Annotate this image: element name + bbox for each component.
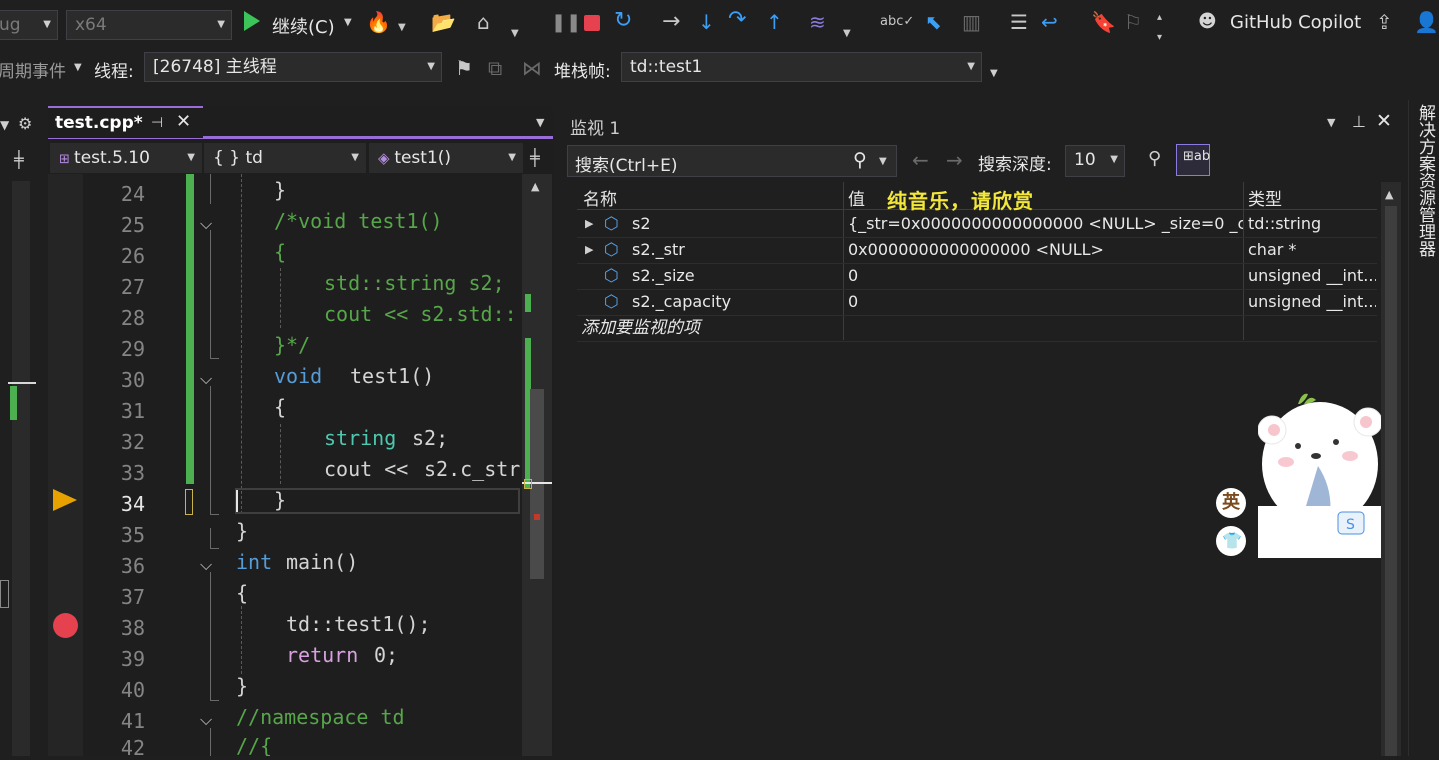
private-field-icon: ⬡ — [604, 292, 619, 312]
copilot-icon: ☻ — [1198, 11, 1217, 32]
code-line: //namespace td — [236, 705, 405, 729]
window-menu-icon[interactable]: ▼ — [1327, 116, 1335, 129]
code-keyword: return — [286, 643, 359, 667]
step-out-icon[interactable]: ↑ — [766, 12, 783, 32]
close-icon[interactable]: ✕ — [1376, 110, 1392, 132]
filter-icon[interactable]: ⋈ — [522, 58, 542, 78]
scroll-up-icon[interactable]: ▲ — [531, 180, 539, 193]
pin-to-source-icon[interactable]: ⚲ — [1148, 148, 1161, 169]
watch-scrollbar[interactable]: ▲ — [1381, 182, 1401, 756]
variable-icon: ⬡ — [604, 214, 619, 234]
scroll-unsaved-marker — [524, 479, 532, 489]
search-forward-icon[interactable]: → — [946, 148, 963, 172]
pointer-icon[interactable]: ⬉ — [925, 12, 942, 32]
overlay-caption: 纯音乐，请欣赏 — [887, 189, 1034, 213]
watch-row[interactable]: ⬡ s2._size 0 unsigned __int... — [577, 263, 1377, 290]
watch-row[interactable]: ⬡ s2._capacity 0 unsigned __int... — [577, 289, 1377, 316]
toolbar-overflow-icon[interactable]: ▴ ▾ — [1157, 8, 1162, 48]
code-keyword: int — [236, 550, 273, 574]
svg-text:S: S — [1346, 517, 1355, 533]
editor-scrollbar[interactable]: ▲ — [522, 174, 552, 756]
code-line: /*void test1() — [274, 209, 443, 233]
code-line: //{ — [236, 734, 273, 756]
watch-row[interactable]: ▶ ⬡ s2._str 0x0000000000000000 <NULL> ch… — [577, 237, 1377, 264]
code-line: }*/ — [274, 333, 311, 357]
show-next-statement-icon[interactable]: → — [662, 11, 680, 33]
code-line: } — [274, 488, 287, 512]
search-back-icon[interactable]: ← — [912, 148, 929, 172]
code-line: main() — [286, 550, 359, 574]
watch-row[interactable]: ▶ ⬡ s2 {_str=0x0000000000000000 <NULL> _… — [577, 211, 1377, 238]
code-line: { — [274, 240, 287, 264]
split-editor-icon[interactable]: ╪ — [530, 148, 540, 167]
code-line: s2; — [412, 426, 449, 450]
code-line: test1() — [350, 364, 435, 388]
code-line: s2.c_str — [424, 457, 521, 481]
code-line: } — [236, 674, 249, 698]
code-line: cout << s2.std:: — [324, 302, 517, 326]
bear-sticker-image: S — [1257, 386, 1383, 558]
solution-explorer-tab[interactable]: 解决方案资源管理器 — [1415, 104, 1435, 257]
bookmark-prev-icon[interactable]: ⚐ — [1124, 12, 1142, 32]
chevron-down-icon[interactable]: ▼ — [879, 156, 887, 167]
watch-title: 监视 1 — [570, 119, 621, 139]
share-icon[interactable]: ⇪ — [1376, 12, 1393, 32]
shirt-icon: 👕 — [1222, 531, 1242, 550]
hex-display-icon: ⊞ab — [1183, 149, 1211, 164]
stop-icon[interactable] — [584, 15, 600, 31]
scroll-change-marker — [525, 294, 531, 312]
scroll-breakpoint-marker — [534, 514, 540, 520]
scroll-thumb[interactable] — [530, 389, 544, 579]
private-field-icon: ⬡ — [604, 240, 619, 260]
chevron-down-icon[interactable]: ▼ — [843, 24, 851, 44]
pause-icon[interactable]: ❚❚ — [551, 13, 581, 33]
undo-comment-icon[interactable]: ↩ — [1041, 12, 1058, 32]
column-header-value[interactable]: 值 — [848, 185, 865, 210]
scroll-up-icon[interactable]: ▲ — [1385, 188, 1393, 201]
private-field-icon: ⬡ — [604, 266, 619, 286]
column-header-name[interactable]: 名称 — [583, 185, 617, 210]
bookmark-icon[interactable]: 🔖 — [1091, 12, 1116, 32]
shirt-badge[interactable]: 👕 — [1216, 526, 1246, 556]
code-type: string — [324, 426, 397, 450]
code-line: } — [236, 519, 249, 543]
tab-list-icon[interactable]: ▼ — [536, 116, 544, 129]
indent-icon[interactable]: ☰ — [1010, 12, 1028, 32]
restart-icon[interactable]: ↻ — [614, 10, 632, 32]
code-line: cout << — [324, 457, 421, 481]
step-over-icon[interactable]: ↷ — [728, 9, 746, 31]
search-depth-label: 搜索深度: — [978, 155, 1052, 175]
code-line: td::test1(); — [286, 612, 431, 636]
toolbar-overflow-icon[interactable]: ▼ — [990, 68, 998, 79]
stackframe-label: 堆栈帧: — [554, 62, 611, 82]
add-watch-row[interactable]: 添加要监视的项 — [577, 315, 1377, 342]
code-text[interactable]: } /*void test1() { std::string s2; cout … — [0, 0, 522, 756]
expand-icon[interactable]: ▶ — [585, 243, 593, 256]
pin-icon[interactable]: ⊥ — [1352, 112, 1366, 131]
thread-icon[interactable]: ≋ — [809, 12, 826, 32]
ime-badge[interactable]: 英 — [1216, 488, 1246, 518]
code-line: std::string s2; — [324, 271, 505, 295]
side-tab-strip: 解决方案资源管理器 — [1408, 100, 1439, 756]
search-icon[interactable]: ⚲ — [853, 149, 867, 171]
spellcheck-icon[interactable]: abc✓ — [880, 12, 914, 32]
scroll-thumb[interactable] — [1385, 206, 1397, 756]
code-line: } — [274, 178, 287, 202]
code-line: 0; — [374, 643, 399, 667]
stackframe-combo[interactable]: td::test1 ▼ — [621, 52, 982, 82]
watch-grid-header: 名称 值 纯音乐，请欣赏 类型 — [577, 182, 1377, 213]
hex-display-toggle[interactable]: ⊞ab — [1176, 144, 1210, 176]
step-into-icon[interactable]: ↓ — [698, 12, 715, 32]
account-icon[interactable]: 👤 — [1414, 12, 1439, 32]
code-line: { — [274, 395, 287, 419]
watch-search-input[interactable]: 搜索(Ctrl+E) ⚲ ▼ — [567, 145, 897, 177]
search-depth-combo[interactable]: 10 ▼ — [1065, 145, 1125, 177]
block-icon[interactable]: ▥ — [962, 12, 981, 32]
code-keyword: void — [274, 364, 323, 388]
column-header-type[interactable]: 类型 — [1248, 185, 1282, 210]
code-line: { — [236, 581, 249, 605]
expand-icon[interactable]: ▶ — [585, 217, 593, 230]
